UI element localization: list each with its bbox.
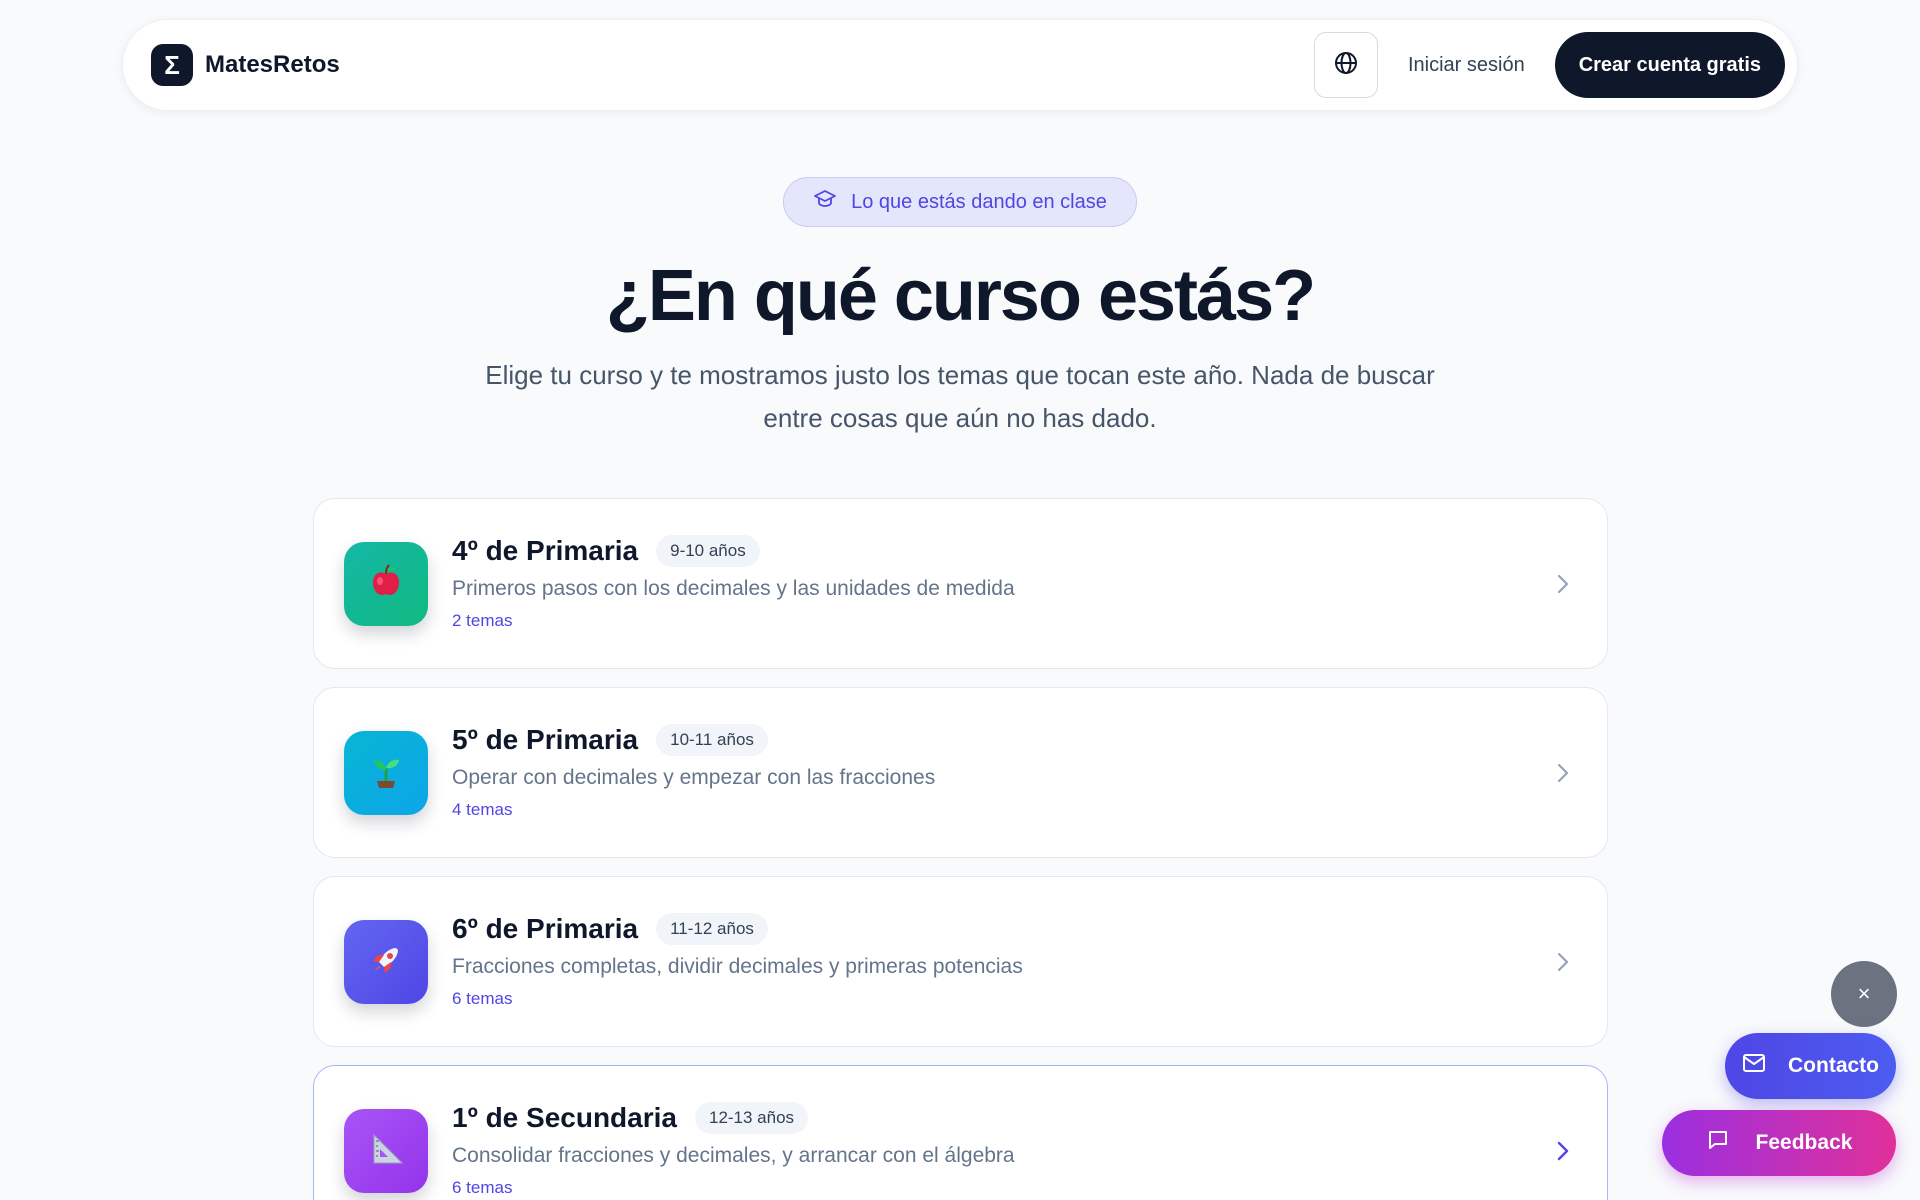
course-card[interactable]: 5º de Primaria 10-11 años Operar con dec… bbox=[313, 687, 1608, 858]
feedback-button[interactable]: Feedback bbox=[1662, 1110, 1896, 1176]
course-title-row: 5º de Primaria 10-11 años bbox=[452, 724, 935, 756]
course-list: 4º de Primaria 9-10 años Primeros pasos … bbox=[313, 498, 1608, 1200]
chevron-right-icon bbox=[1553, 569, 1573, 604]
brand[interactable]: Σ MatesRetos bbox=[151, 44, 340, 86]
course-title-row: 4º de Primaria 9-10 años bbox=[452, 535, 1015, 567]
globe-icon bbox=[1334, 51, 1358, 80]
course-description: Consolidar fracciones y decimales, y arr… bbox=[452, 1144, 1015, 1167]
chevron-right-icon bbox=[1553, 947, 1573, 982]
course-card[interactable]: 1º de Secundaria 12-13 años Consolidar f… bbox=[313, 1065, 1608, 1200]
course-body: 5º de Primaria 10-11 años Operar con dec… bbox=[452, 724, 935, 820]
top-navbar: Σ MatesRetos Iniciar sesión Crear cuenta… bbox=[122, 19, 1798, 111]
course-icon-tile bbox=[344, 920, 428, 1004]
language-button[interactable] bbox=[1313, 32, 1378, 98]
age-badge: 11-12 años bbox=[656, 913, 768, 945]
course-topic-count: 6 temas bbox=[452, 989, 513, 1008]
course-icon-tile bbox=[344, 731, 428, 815]
course-title: 6º de Primaria bbox=[452, 913, 639, 944]
header-actions: Iniciar sesión Crear cuenta gratis bbox=[1313, 32, 1785, 98]
course-title: 4º de Primaria bbox=[452, 535, 639, 566]
brand-name: MatesRetos bbox=[205, 51, 340, 78]
course-title: 5º de Primaria bbox=[452, 724, 639, 755]
page-subtitle: Elige tu curso y te mostramos justo los … bbox=[460, 354, 1460, 440]
course-body: 6º de Primaria 11-12 años Fracciones com… bbox=[452, 913, 1023, 1009]
course-topic-count: 2 temas bbox=[452, 611, 513, 630]
chevron-right-icon bbox=[1553, 758, 1573, 793]
graduation-cap-icon bbox=[813, 187, 837, 217]
age-badge: 10-11 años bbox=[656, 724, 768, 756]
chevron-right-icon bbox=[1553, 1136, 1573, 1171]
sprout-icon bbox=[366, 751, 406, 796]
age-badge: 9-10 años bbox=[656, 535, 760, 567]
triangle-ruler-icon bbox=[366, 1129, 406, 1174]
subtitle-line-1: Elige tu curso y te mostramos justo los … bbox=[485, 360, 1435, 390]
page-title: ¿En qué curso estás? bbox=[605, 256, 1316, 336]
course-topic-count: 6 temas bbox=[452, 1178, 513, 1197]
course-body: 4º de Primaria 9-10 años Primeros pasos … bbox=[452, 535, 1015, 631]
pill-text: Lo que estás dando en clase bbox=[851, 190, 1107, 213]
chat-bubble-icon bbox=[1706, 1128, 1730, 1158]
course-card[interactable]: 6º de Primaria 11-12 años Fracciones com… bbox=[313, 876, 1608, 1047]
course-topic-count: 4 temas bbox=[452, 800, 513, 819]
course-title: 1º de Secundaria bbox=[452, 1102, 677, 1133]
signup-button[interactable]: Crear cuenta gratis bbox=[1554, 32, 1785, 98]
brand-logo: Σ bbox=[151, 44, 193, 86]
course-card[interactable]: 4º de Primaria 9-10 años Primeros pasos … bbox=[313, 498, 1608, 669]
rocket-icon bbox=[366, 940, 406, 985]
apple-icon bbox=[366, 562, 406, 607]
login-link[interactable]: Iniciar sesión bbox=[1408, 54, 1525, 77]
course-body: 1º de Secundaria 12-13 años Consolidar f… bbox=[452, 1102, 1015, 1198]
close-icon: × bbox=[1857, 981, 1871, 1006]
age-badge: 12-13 años bbox=[694, 1102, 809, 1134]
close-widgets-button[interactable]: × bbox=[1831, 961, 1897, 1027]
section-pill: Lo que estás dando en clase bbox=[783, 177, 1137, 227]
course-icon-tile bbox=[344, 1109, 428, 1193]
mail-icon bbox=[1742, 1053, 1766, 1079]
subtitle-line-2: entre cosas que aún no has dado. bbox=[763, 403, 1157, 433]
feedback-label: Feedback bbox=[1755, 1131, 1853, 1154]
course-description: Primeros pasos con los decimales y las u… bbox=[452, 577, 1015, 600]
course-title-row: 6º de Primaria 11-12 años bbox=[452, 913, 1023, 945]
course-title-row: 1º de Secundaria 12-13 años bbox=[452, 1102, 1015, 1134]
contact-label: Contacto bbox=[1788, 1054, 1879, 1077]
contact-button[interactable]: Contacto bbox=[1725, 1033, 1896, 1099]
course-description: Fracciones completas, dividir decimales … bbox=[452, 955, 1023, 978]
course-icon-tile bbox=[344, 542, 428, 626]
course-description: Operar con decimales y empezar con las f… bbox=[452, 766, 936, 789]
